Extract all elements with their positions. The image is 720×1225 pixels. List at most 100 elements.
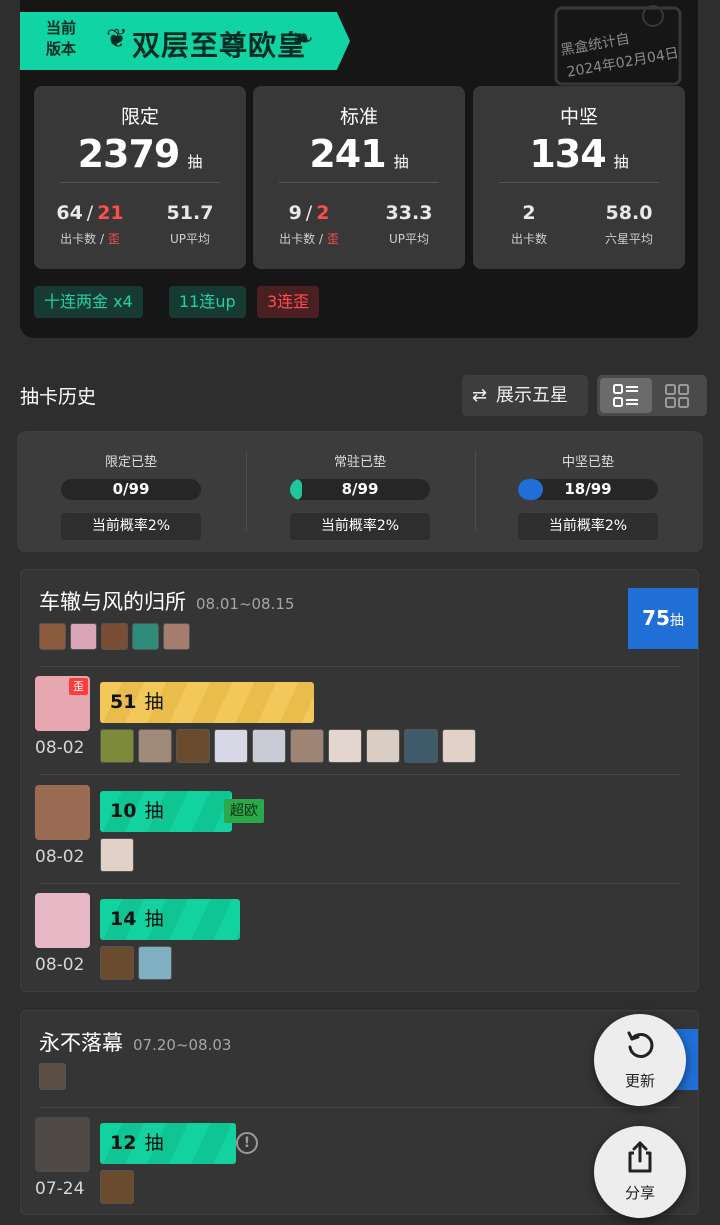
pull-count-value: 64	[56, 202, 83, 224]
pity-rate: 当前概率2%	[290, 513, 430, 540]
stat-total-value: 2379	[77, 132, 181, 176]
off-rate-value: 21	[97, 202, 124, 224]
stat-total: 2379 抽	[34, 132, 246, 176]
list-view-button[interactable]	[600, 378, 652, 413]
pull-thumbnails	[100, 946, 176, 982]
row-divider	[39, 666, 680, 667]
operator-thumb	[366, 729, 400, 763]
avg-label: 六星平均	[604, 232, 653, 246]
version-banner: 当前版本 ❦ 双层至尊欧皇 ❧	[20, 12, 350, 70]
stat-box-core[interactable]: 中坚 134 抽 2 出卡数 58.0 六星平均	[473, 86, 685, 269]
pull-date: 08-02	[35, 738, 85, 758]
pity-panel: 限定已垫 0/99 当前概率2% 常驻已垫 8/99 当前概率2% 中坚已垫 1…	[17, 431, 703, 552]
operator-thumb	[100, 946, 134, 980]
pull-date: 07-24	[35, 1179, 85, 1199]
pull-count-label: 出卡数	[510, 232, 547, 246]
pity-rate: 当前概率2%	[61, 513, 201, 540]
operator-avatar	[70, 623, 97, 650]
pity-rate: 当前概率2%	[518, 513, 658, 540]
show-five-star-label: 展示五星	[496, 385, 568, 406]
share-button[interactable]: 分享	[594, 1126, 686, 1218]
achievement-tag: 十连两金 x4	[34, 286, 143, 318]
version-tag: 当前版本	[46, 19, 77, 58]
pull-count: 51	[110, 691, 137, 713]
stat-right-col: 33.3 UP平均	[359, 202, 459, 247]
stat-divider	[60, 182, 220, 183]
stat-divider	[499, 182, 659, 183]
banner-card[interactable]: 车辙与风的归所 08.01~08.15 75抽 歪 08-02 51 抽 08-02…	[20, 569, 699, 992]
pull-record[interactable]: 08-02 14 抽	[35, 893, 685, 993]
pull-thumbnails	[100, 838, 138, 874]
pull-record[interactable]: 08-02 10 抽 超欧	[35, 785, 685, 885]
banner-rate-up-list	[39, 623, 194, 650]
stat-box-standard[interactable]: 标准 241 抽 9/2 出卡数 / 歪 33.3 UP平均	[253, 86, 465, 269]
stat-total-unit: 抽	[393, 153, 409, 171]
pull-thumbnails	[100, 1170, 138, 1206]
pity-value: 0/99	[112, 480, 150, 498]
pity-bar: 0/99	[61, 479, 201, 500]
summary-card: 当前版本 ❦ 双层至尊欧皇 ❧ 黑盒统计自 2024年02月04日 限定 237…	[20, 0, 698, 338]
stat-right-col: 51.7 UP平均	[140, 202, 240, 247]
stat-title: 标准	[339, 106, 378, 128]
view-switch	[597, 375, 707, 416]
pity-bar: 8/99	[290, 479, 430, 500]
super-lucky-badge: 超欧	[224, 799, 264, 823]
operator-thumb	[328, 729, 362, 763]
share-icon	[594, 1140, 686, 1182]
pull-count-value: 2	[522, 202, 536, 224]
banner-count-unit: 抽	[669, 613, 684, 629]
refresh-button[interactable]: 更新	[594, 1014, 686, 1106]
history-title: 抽卡历史	[20, 386, 97, 408]
operator-thumb	[176, 729, 210, 763]
banner-pull-count: 75抽	[628, 588, 698, 649]
banner-dates: 08.01~08.15	[196, 595, 295, 613]
pity-value: 8/99	[341, 480, 379, 498]
operator-thumb	[100, 1170, 134, 1204]
list-view-icon	[613, 384, 638, 407]
pull-record[interactable]: 歪 08-02 51 抽	[35, 676, 685, 776]
operator-thumb	[138, 946, 172, 980]
pull-count-value: 9	[288, 202, 302, 224]
grid-view-button[interactable]	[652, 378, 704, 413]
laurel-left-icon: ❦	[106, 24, 128, 54]
avg-label: UP平均	[388, 232, 430, 246]
avg-label: UP平均	[169, 232, 211, 246]
pull-count-bar: 10 抽	[100, 791, 232, 832]
stat-title: 限定	[120, 106, 159, 128]
pull-count: 10	[110, 800, 137, 822]
stat-box-limited[interactable]: 限定 2379 抽 64/21 出卡数 / 歪 51.7 UP平均	[34, 86, 246, 269]
pity-label: 中坚已垫	[561, 455, 614, 470]
stat-right-col: 58.0 六星平均	[579, 202, 679, 247]
pull-unit: 抽	[144, 691, 164, 713]
operator-thumb	[252, 729, 286, 763]
pull-count-bar: 51 抽	[100, 682, 314, 723]
pull-record[interactable]: 07-24 12 抽 !	[35, 1117, 685, 1217]
pull-count-label: 出卡数	[60, 232, 97, 246]
grid-view-icon	[665, 384, 689, 408]
stat-total-unit: 抽	[613, 153, 629, 171]
info-icon[interactable]: !	[236, 1132, 258, 1154]
operator-avatar	[132, 623, 159, 650]
avg-value: 51.7	[166, 202, 214, 224]
operator-thumb	[100, 729, 134, 763]
stat-left-col: 9/2 出卡数 / 歪	[279, 202, 339, 246]
banner-name: 永不落幕 07.20~08.03	[39, 1027, 231, 1057]
stat-total-value: 241	[309, 132, 386, 176]
show-five-star-button[interactable]: ⇄ 展示五星	[462, 375, 588, 416]
operator-thumb	[138, 729, 172, 763]
pull-unit: 抽	[144, 908, 164, 930]
row-divider	[39, 1107, 680, 1108]
stat-total: 134 抽	[473, 132, 685, 176]
operator-avatar	[39, 1063, 66, 1090]
row-divider	[39, 774, 680, 775]
pity-label: 常驻已垫	[333, 455, 386, 470]
operator-portrait	[35, 785, 90, 840]
operator-avatar	[39, 623, 66, 650]
banner-dates: 07.20~08.03	[133, 1036, 232, 1054]
pity-limited: 限定已垫 0/99 当前概率2%	[17, 431, 245, 552]
laurel-right-icon: ❧	[292, 24, 314, 54]
stat-total-unit: 抽	[187, 153, 203, 171]
pull-unit: 抽	[144, 1132, 164, 1154]
pull-count-bar: 12 抽	[100, 1123, 236, 1164]
pull-thumbnails	[100, 729, 480, 765]
